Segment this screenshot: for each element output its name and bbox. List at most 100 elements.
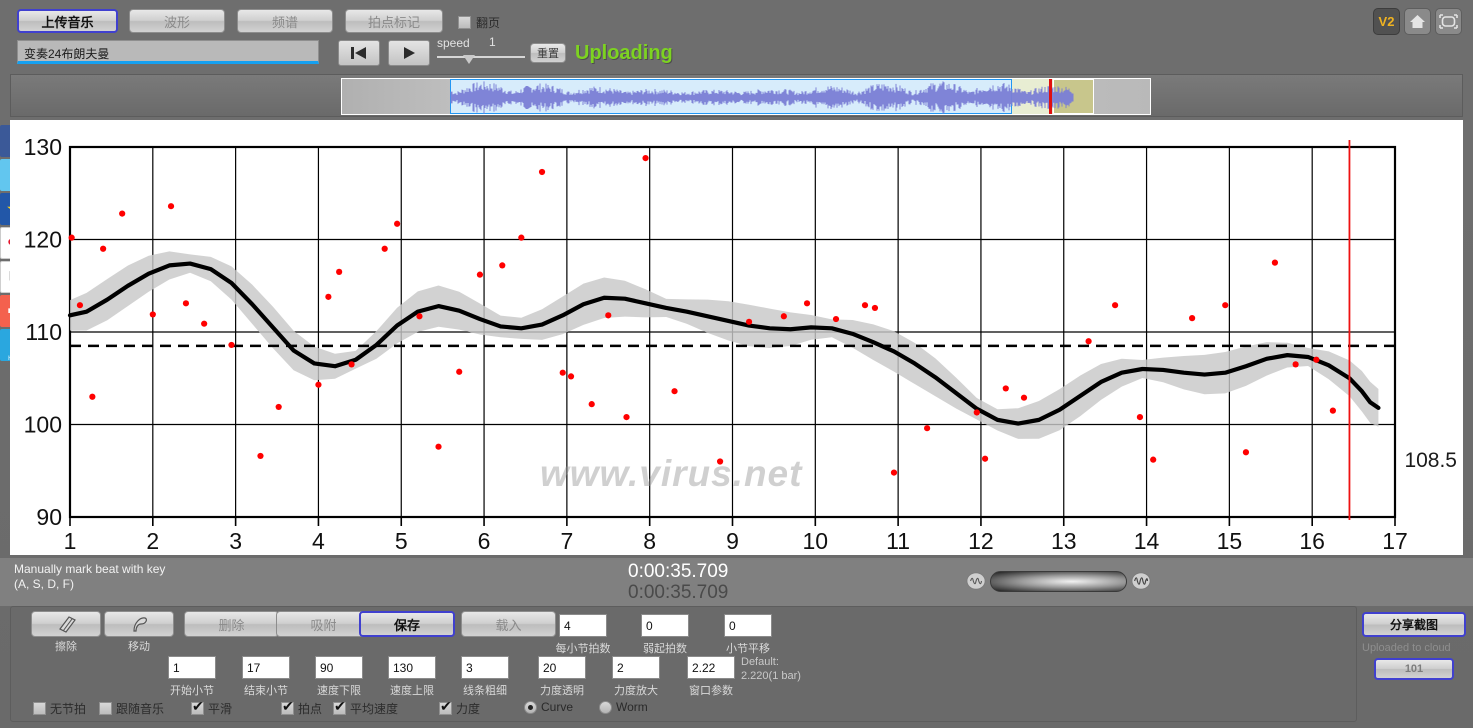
speed-knob[interactable] bbox=[463, 55, 475, 64]
svg-text:9: 9 bbox=[726, 528, 739, 554]
dynamics-checkbox[interactable] bbox=[439, 699, 452, 715]
worm-radio[interactable] bbox=[599, 700, 612, 714]
worm-radio-wrap[interactable]: Worm bbox=[599, 700, 648, 714]
svg-text:130: 130 bbox=[24, 134, 62, 160]
reset-button[interactable]: 重置 bbox=[530, 43, 566, 63]
waveform-playhead[interactable] bbox=[1049, 79, 1052, 114]
beats-label: 拍点 bbox=[298, 702, 323, 716]
svg-text:7: 7 bbox=[560, 528, 573, 554]
share-screenshot-button[interactable]: 分享截图 bbox=[1362, 612, 1466, 637]
beats-per-bar-label: 每小节拍数 bbox=[555, 643, 611, 655]
dynamics-checkbox-wrap[interactable]: 力度 bbox=[439, 699, 480, 717]
move-tool-button[interactable] bbox=[104, 611, 174, 637]
average-tempo-checkbox[interactable] bbox=[333, 699, 346, 715]
follow-music-checkbox[interactable] bbox=[99, 702, 112, 715]
svg-text:12: 12 bbox=[968, 528, 994, 554]
dynamics-scale-input[interactable]: 2 bbox=[612, 656, 660, 679]
flip-page-checkbox[interactable] bbox=[458, 16, 471, 29]
fullscreen-button[interactable] bbox=[1435, 8, 1462, 35]
bottom-control-panel: 擦除 移动 删除 吸附 保存 载入 4 每小节拍数 0 弱起拍数 0 小节平移 … bbox=[10, 606, 1357, 722]
speaker-low-icon[interactable] bbox=[966, 571, 986, 591]
follow-music-checkbox-wrap[interactable]: 跟随音乐 bbox=[99, 700, 164, 717]
share-panel: 分享截图 Uploaded to cloud 101 bbox=[1362, 606, 1467, 686]
tab-beat-marking[interactable]: 拍点标记 bbox=[345, 9, 443, 33]
end-bar-label: 结束小节 bbox=[244, 685, 288, 697]
upload-status-text: Uploading bbox=[575, 42, 673, 64]
window-param-input[interactable]: 2.22 bbox=[687, 656, 735, 679]
waveform-strip[interactable] bbox=[10, 74, 1463, 117]
svg-text:4: 4 bbox=[312, 528, 325, 554]
end-bar-input[interactable]: 17 bbox=[242, 656, 290, 679]
eraser-tool-label: 擦除 bbox=[55, 641, 77, 653]
svg-text:8: 8 bbox=[643, 528, 656, 554]
no-metronome-checkbox[interactable] bbox=[33, 702, 46, 715]
tempo-max-input[interactable]: 130 bbox=[388, 656, 436, 679]
svg-text:15: 15 bbox=[1217, 528, 1243, 554]
default-note-line-2: 2.220(1 bar) bbox=[741, 670, 801, 682]
no-metronome-checkbox-wrap[interactable]: 无节拍 bbox=[33, 700, 86, 717]
beats-per-bar-input[interactable]: 4 bbox=[559, 614, 607, 637]
svg-text:17: 17 bbox=[1382, 528, 1408, 554]
snap-button[interactable]: 吸附 bbox=[276, 611, 371, 637]
curve-radio-wrap[interactable]: Curve bbox=[524, 700, 573, 714]
cloud-link-button[interactable]: 101 bbox=[1374, 658, 1454, 680]
volume-slider[interactable] bbox=[990, 570, 1127, 592]
smooth-checkbox-wrap[interactable]: 平滑 bbox=[191, 699, 233, 717]
beats-checkbox[interactable] bbox=[281, 699, 294, 715]
smooth-label: 平滑 bbox=[208, 702, 233, 716]
window-param-default-note: Default: 2.220(1 bar) bbox=[741, 655, 801, 683]
flip-page-label: 翻页 bbox=[476, 16, 501, 30]
hint-line-2: (A, S, D, F) bbox=[14, 577, 74, 591]
average-tempo-checkbox-wrap[interactable]: 平均速度 bbox=[333, 699, 398, 717]
beats-checkbox-wrap[interactable]: 拍点 bbox=[281, 699, 323, 717]
volume-control[interactable] bbox=[966, 566, 1151, 596]
line-thickness-input[interactable]: 3 bbox=[461, 656, 509, 679]
tempo-min-input[interactable]: 90 bbox=[315, 656, 363, 679]
version-badge[interactable]: V2 bbox=[1373, 8, 1400, 35]
svg-text:10: 10 bbox=[803, 528, 829, 554]
line-thickness-label: 线条粗细 bbox=[463, 685, 507, 697]
start-bar-input[interactable]: 1 bbox=[168, 656, 216, 679]
manual-beat-hint: Manually mark beat with key (A, S, D, F) bbox=[14, 562, 165, 592]
flip-page-checkbox-wrap[interactable]: 翻页 bbox=[458, 14, 500, 31]
average-tempo-label: 108.5 bbox=[1404, 449, 1457, 472]
dynamics-scale-label: 力度放大 bbox=[614, 685, 658, 697]
hint-line-1: Manually mark beat with key bbox=[14, 562, 166, 576]
svg-text:5: 5 bbox=[395, 528, 408, 554]
tab-spectrum[interactable]: 频谱 bbox=[237, 9, 333, 33]
waveform-graphic bbox=[450, 81, 1074, 114]
svg-text:1: 1 bbox=[64, 528, 77, 554]
curve-label: Curve bbox=[541, 700, 574, 714]
svg-text:2: 2 bbox=[146, 528, 159, 554]
save-button[interactable]: 保存 bbox=[359, 611, 455, 637]
home-button[interactable] bbox=[1404, 8, 1431, 35]
tab-upload-music[interactable]: 上传音乐 bbox=[17, 9, 118, 33]
tempo-chart-panel[interactable]: 90 100 110 120 130 1 2 3 4 5 6 7 8 9 10 11 12 13 14 15 16 17 … bbox=[10, 120, 1463, 555]
speaker-high-icon[interactable] bbox=[1131, 571, 1151, 591]
smooth-checkbox[interactable] bbox=[191, 699, 204, 715]
default-note-line-1: Default: bbox=[741, 656, 779, 668]
pickup-beats-input[interactable]: 0 bbox=[641, 614, 689, 637]
dynamics-opacity-input[interactable]: 20 bbox=[538, 656, 586, 679]
start-bar-label: 开始小节 bbox=[170, 685, 214, 697]
fullscreen-icon bbox=[1439, 14, 1458, 29]
svg-text:13: 13 bbox=[1051, 528, 1077, 554]
play-button[interactable] bbox=[388, 40, 430, 66]
speed-track[interactable] bbox=[437, 56, 525, 58]
load-button[interactable]: 载入 bbox=[461, 611, 556, 637]
bar-shift-input[interactable]: 0 bbox=[724, 614, 772, 637]
waveform-container[interactable] bbox=[341, 78, 1151, 115]
svg-text:3: 3 bbox=[229, 528, 242, 554]
tab-waveform[interactable]: 波形 bbox=[129, 9, 225, 33]
curve-radio[interactable] bbox=[524, 700, 537, 714]
tempo-min-label: 速度下限 bbox=[317, 685, 361, 697]
delete-button[interactable]: 删除 bbox=[184, 611, 279, 637]
speed-label: speed bbox=[437, 36, 470, 50]
svg-text:110: 110 bbox=[25, 319, 62, 345]
eraser-tool-button[interactable] bbox=[31, 611, 101, 637]
speed-slider-group[interactable]: speed 1 bbox=[437, 35, 525, 68]
window-param-label: 窗口参数 bbox=[689, 685, 733, 697]
song-title-field[interactable]: 变奏24布朗夫曼 bbox=[17, 40, 319, 64]
skip-to-start-button[interactable] bbox=[338, 40, 380, 66]
no-metronome-label: 无节拍 bbox=[50, 702, 87, 716]
